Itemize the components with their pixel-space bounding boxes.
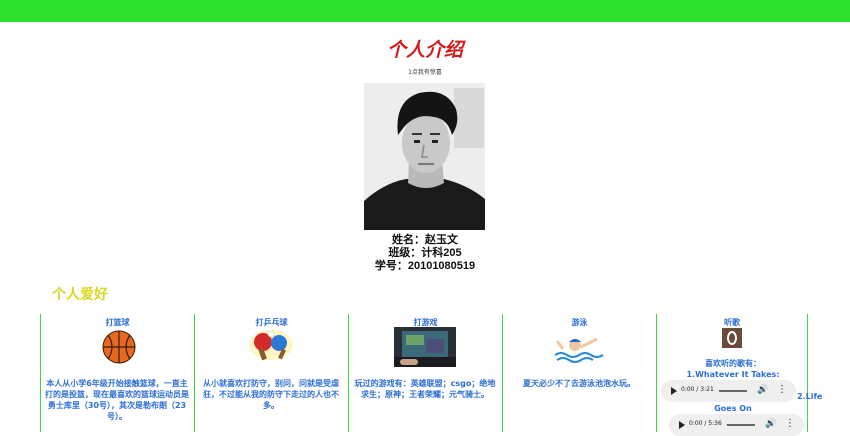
- ping-pong-icon: [247, 328, 295, 366]
- audio-player-1[interactable]: 0:00 / 3:21 🔊 ⋮: [661, 380, 796, 402]
- hobby-text-swimming: 夏天必少不了去游泳池泡水玩。: [523, 379, 635, 388]
- page-title: 个人介绍: [386, 39, 463, 61]
- audio-player-2[interactable]: 0:00 / 5:36 🔊 ⋮: [669, 414, 804, 436]
- hobby-text-gaming: 玩过的游戏有：英雄联盟；csgo；绝地求生；原神；王者荣耀；元气骑士。: [354, 379, 496, 399]
- volume-icon[interactable]: 🔊: [757, 385, 768, 395]
- hobby-text-ping-pong: 从小就喜欢打防守，别问，问就是受虐狂，不过能从我的防守下走过的人也不多。: [203, 379, 339, 410]
- hobby-text-basketball: 本人从小学6年级开始接触篮球，一直主打的是投篮，现在最喜欢的篮球运动员是勇士库里…: [45, 379, 189, 421]
- more-options-icon[interactable]: ⋮: [785, 418, 795, 429]
- hobbies-section-title: 个人爱好: [52, 287, 108, 303]
- hobby-title-music: 听歌: [724, 318, 740, 327]
- photo-caption-link[interactable]: 1点我有惊喜: [0, 67, 850, 76]
- top-bar: [0, 0, 850, 22]
- hobby-card-ping-pong: 打乒乓球 从小就喜欢打防守，别问，问就是受虐狂，不过能从我的防守下走过的人也不多…: [194, 314, 348, 432]
- play-icon[interactable]: [679, 421, 685, 429]
- audio-progress-track[interactable]: [727, 424, 755, 426]
- hobbies-grid: 打篮球 本人从小学6年级开始接触篮球，一直主打的是投篮，现在最喜欢的篮球运动员是…: [40, 314, 822, 436]
- hobby-title-basketball: 打篮球: [105, 318, 130, 327]
- music-icon: [722, 328, 742, 352]
- song-1-title: 1.Whatever It Takes:: [686, 370, 780, 379]
- hobby-card-swimming: 游泳 夏天必少不了去游泳池泡水玩。: [502, 314, 656, 432]
- hobby-card-gaming: 打游戏 玩过的游戏有：英雄联盟；csgo；绝地求生；原神；王者荣耀；元气骑士。: [348, 314, 502, 432]
- play-icon[interactable]: [671, 387, 677, 395]
- gaming-icon: [394, 327, 456, 371]
- swimming-icon: [553, 327, 605, 371]
- basketball-icon: [102, 330, 136, 368]
- info-student-id: 学号：20101080519: [374, 260, 476, 272]
- audio-progress-track[interactable]: [719, 390, 747, 392]
- songs-label: 喜欢听的歌有：: [705, 359, 761, 368]
- hobby-card-basketball: 打篮球 本人从小学6年级开始接触篮球，一直主打的是投篮，现在最喜欢的篮球运动员是…: [40, 314, 194, 432]
- profile-photo[interactable]: [364, 83, 485, 230]
- more-options-icon[interactable]: ⋮: [777, 384, 787, 395]
- hobby-title-ping-pong: 打乒乓球: [255, 318, 288, 327]
- volume-icon[interactable]: 🔊: [765, 419, 776, 429]
- audio-time: 0:00 / 5:36: [689, 420, 722, 427]
- hobby-card-music: 听歌 喜欢听的歌有： 1.Whatever It Takes: 0:00 / 3…: [656, 314, 822, 436]
- audio-time: 0:00 / 3:21: [681, 386, 714, 393]
- song-2-title-part2: Goes On: [714, 404, 752, 413]
- song-2-title-part1: 2.Life: [797, 392, 823, 401]
